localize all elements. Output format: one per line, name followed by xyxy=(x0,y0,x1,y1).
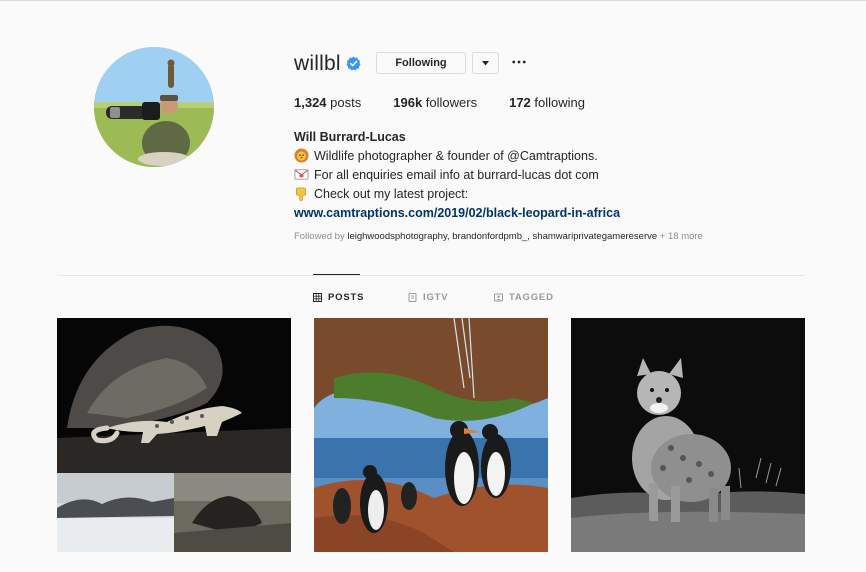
bio-line: Check out my latest project: xyxy=(294,185,794,204)
penguins-photo xyxy=(314,318,548,552)
bio-text-3: Check out my latest project: xyxy=(314,187,469,201)
posts-count-value: 1,324 xyxy=(294,95,327,110)
envelope-emoji-icon xyxy=(294,169,309,180)
tab-posts-label: POSTS xyxy=(328,292,365,303)
more-options-button[interactable] xyxy=(511,54,527,70)
following-button[interactable]: Following xyxy=(376,52,466,74)
profile-bio: Will Burrard-Lucas Wildlife photographer… xyxy=(294,128,794,223)
lion-emoji-icon xyxy=(294,148,309,163)
tabs-divider xyxy=(57,275,805,276)
ellipsis-icon xyxy=(512,60,526,64)
pointing-down-emoji-icon xyxy=(296,187,306,201)
profile-username: willbl xyxy=(294,52,341,75)
followers-label: followers xyxy=(425,95,478,110)
profile-full-name: Will Burrard-Lucas xyxy=(294,130,406,144)
bio-line: Wildlife photographer & founder of @Camt… xyxy=(294,147,794,166)
profile-avatar[interactable] xyxy=(94,47,214,167)
followers-link[interactable]: 196k followers xyxy=(393,95,477,110)
verified-badge-icon xyxy=(346,56,361,71)
tab-igtv-label: IGTV xyxy=(423,292,449,303)
top-border xyxy=(0,0,866,1)
tab-tagged-label: TAGGED xyxy=(509,292,554,303)
following-link[interactable]: 172 following xyxy=(509,95,585,110)
followed-by-prefix: Followed by xyxy=(294,231,345,242)
bio-line: For all enquiries email info at burrard-… xyxy=(294,166,794,185)
tab-tagged[interactable]: TAGGED xyxy=(494,292,554,303)
grid-icon xyxy=(313,293,322,302)
posts-count-label: posts xyxy=(330,95,362,110)
post-thumbnail[interactable] xyxy=(314,318,548,552)
tab-igtv[interactable]: IGTV xyxy=(408,292,448,303)
bio-website-link[interactable]: www.camtraptions.com/2019/02/black-leopa… xyxy=(294,204,794,223)
post-thumbnail[interactable] xyxy=(57,318,291,552)
active-tab-indicator xyxy=(313,274,360,275)
followed-by-more: + 18 more xyxy=(659,231,703,242)
tagged-icon xyxy=(494,293,503,302)
avatar-photo xyxy=(94,47,214,167)
bio-text-2: For all enquiries email info at burrard-… xyxy=(314,168,599,182)
following-count-value: 172 xyxy=(509,95,531,110)
following-label: following xyxy=(534,95,586,110)
snow-leopard-photo xyxy=(57,318,291,552)
followers-count-value: 196k xyxy=(393,95,423,110)
post-thumbnail[interactable] xyxy=(571,318,805,552)
posts-count: 1,324 posts xyxy=(294,95,361,110)
tab-posts[interactable]: POSTS xyxy=(313,292,364,303)
caret-down-icon xyxy=(482,60,489,65)
profile-stats: 1,324 posts 196k followers 172 following xyxy=(294,95,617,110)
hyena-photo xyxy=(571,318,805,552)
followed-by-summary[interactable]: Followed by leighwoodsphotography, brand… xyxy=(294,231,703,242)
igtv-icon xyxy=(408,293,417,302)
followed-by-names: leighwoodsphotography, brandonfordpmb_, … xyxy=(347,231,658,242)
suggested-accounts-dropdown-button[interactable] xyxy=(472,52,499,74)
bio-text-1: Wildlife photographer & founder of @Camt… xyxy=(314,149,598,163)
